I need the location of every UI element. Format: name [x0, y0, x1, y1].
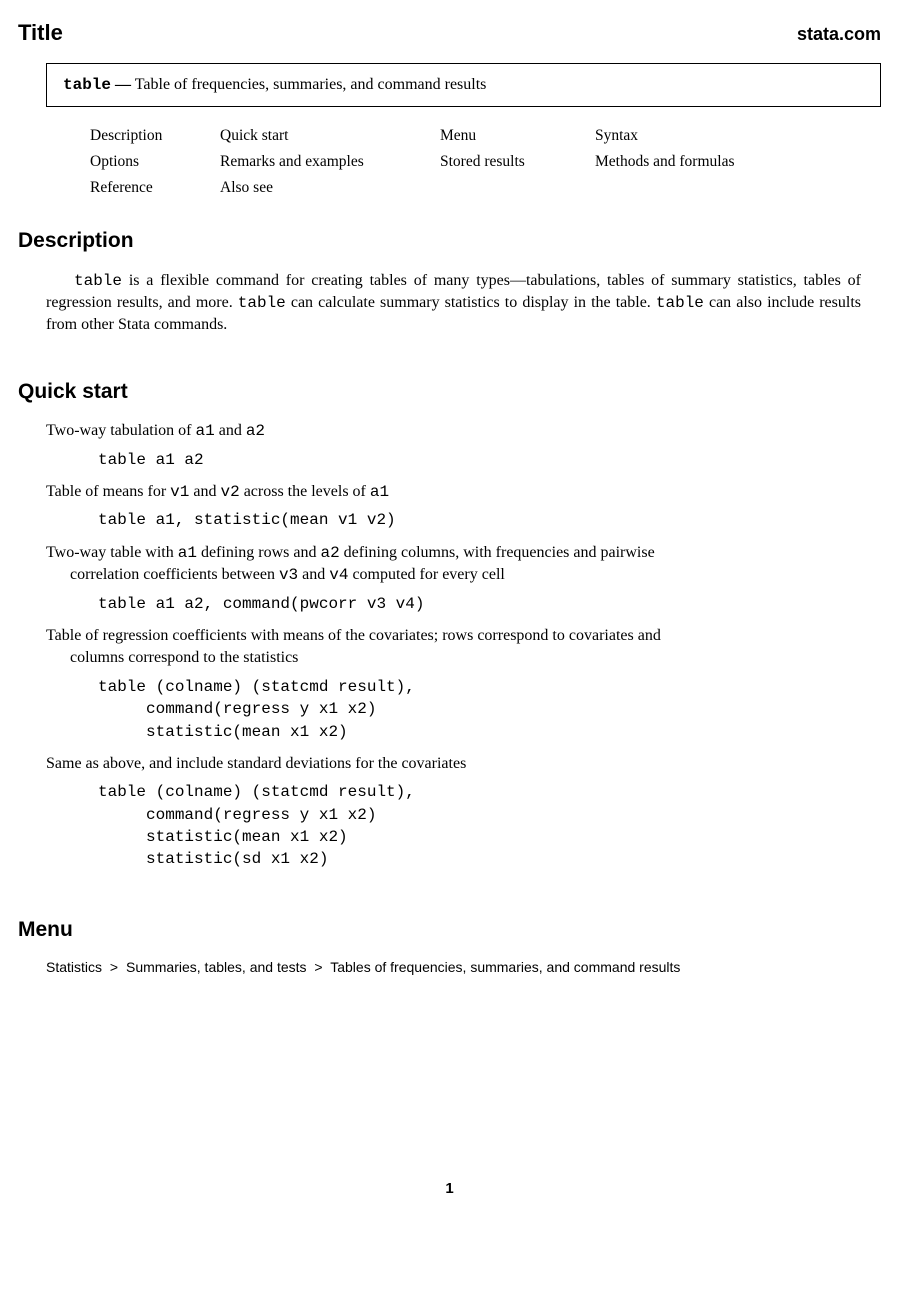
site-link[interactable]: stata.com: [797, 22, 881, 47]
qs-item-3: Two-way table with a1 defining rows and …: [46, 542, 881, 615]
title-command: table: [63, 76, 111, 94]
desc-cmd-1: table: [74, 272, 122, 290]
title-box: table — Table of frequencies, summaries,…: [46, 63, 881, 107]
menu-step-2: Summaries, tables, and tests: [126, 959, 307, 975]
section-menu-heading: Menu: [18, 915, 881, 944]
nav-methods[interactable]: Methods and formulas: [595, 151, 795, 173]
description-paragraph: table is a flexible command for creating…: [46, 270, 861, 337]
qs-item-5: Same as above, and include standard devi…: [46, 753, 881, 871]
menu-step-1: Statistics: [46, 959, 102, 975]
nav-description[interactable]: Description: [90, 125, 220, 147]
qs-item-4: Table of regression coefficients with me…: [46, 625, 881, 743]
qs-code-5: table (colname) (statcmd result), comman…: [98, 781, 881, 871]
qs-code-1: table a1 a2: [98, 449, 881, 471]
menu-sep-2: >: [310, 959, 326, 975]
nav-stored-results[interactable]: Stored results: [440, 151, 595, 173]
desc-cmd-3: table: [656, 294, 704, 312]
desc-cmd-2: table: [238, 294, 286, 312]
nav-also-see[interactable]: Also see: [220, 177, 440, 199]
menu-step-3: Tables of frequencies, summaries, and co…: [330, 959, 680, 975]
nav-options[interactable]: Options: [90, 151, 220, 173]
nav-menu[interactable]: Menu: [440, 125, 595, 147]
qs-code-2: table a1, statistic(mean v1 v2): [98, 509, 881, 531]
qs-item-2: Table of means for v1 and v2 across the …: [46, 481, 881, 532]
page-title: Title: [18, 18, 63, 49]
menu-sep-1: >: [106, 959, 122, 975]
page-header: Title stata.com: [18, 18, 881, 49]
nav-reference[interactable]: Reference: [90, 177, 220, 199]
title-text: Table of frequencies, summaries, and com…: [135, 76, 487, 93]
contents-nav: Description Quick start Menu Syntax Opti…: [90, 125, 881, 198]
qs-code-3: table a1 a2, command(pwcorr v3 v4): [98, 593, 881, 615]
page-number: 1: [18, 1178, 881, 1199]
section-quickstart-heading: Quick start: [18, 377, 881, 406]
nav-remarks[interactable]: Remarks and examples: [220, 151, 440, 173]
qs-item-1: Two-way tabulation of a1 and a2 table a1…: [46, 420, 881, 471]
nav-quick-start[interactable]: Quick start: [220, 125, 440, 147]
section-description-heading: Description: [18, 226, 881, 255]
nav-syntax[interactable]: Syntax: [595, 125, 795, 147]
menu-path: Statistics > Summaries, tables, and test…: [46, 958, 881, 978]
title-dash: —: [115, 76, 131, 93]
qs-code-4: table (colname) (statcmd result), comman…: [98, 676, 881, 743]
